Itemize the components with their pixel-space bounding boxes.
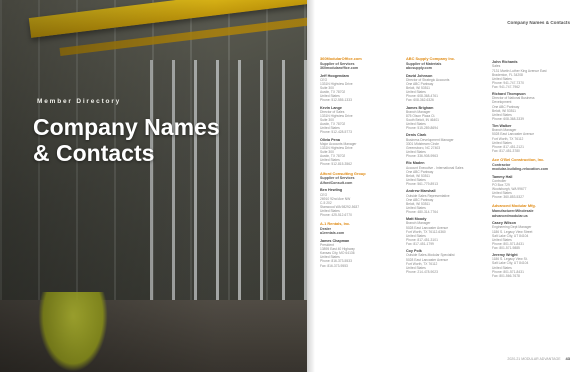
contact-detail: Phone: 512-815-3562 bbox=[320, 162, 352, 167]
contact-detail: Phone: 425-512-6770 bbox=[320, 213, 352, 217]
contact-person: Jeremy Wright 1186 S. Legacy View St. Salt… bbox=[492, 253, 574, 278]
company-detail: a1rentals.com bbox=[320, 231, 345, 236]
company-detail: abcsupply.com bbox=[406, 66, 432, 71]
contact-person: Denis Clark Business Development Manager 3… bbox=[406, 133, 488, 158]
contact-detail: Phone: 512-555-1333 bbox=[320, 98, 352, 103]
contact-detail: Phone: 360-853-5327 bbox=[492, 195, 524, 200]
contact-detail: Phone: 515-289-8694 bbox=[406, 126, 438, 131]
contact-detail: Fax: 816-373-9553 bbox=[320, 263, 348, 268]
title-line-1: Company Names bbox=[33, 114, 220, 140]
company-entry: Ace O'Bel Construction, Inc. Contractor mo… bbox=[492, 157, 574, 200]
contact-detail: Phone: 561-779-8913 bbox=[406, 182, 438, 187]
company-entry: A-1 Rentals, Inc. Dealer a1rentals.com Jame… bbox=[320, 221, 402, 268]
contact-person: John Richards Sales 7131 Martin Luther Kin… bbox=[492, 60, 574, 89]
section-label: Member Directory bbox=[37, 98, 122, 105]
contact-detail: Fax: 941-747-7962 bbox=[492, 84, 520, 89]
contact-person: Ric Maden Account Executive - Internation… bbox=[406, 161, 488, 186]
contact-person: Casey Wilson Engineering Dept Manager 1186… bbox=[492, 221, 574, 250]
contact-detail: Phone: 214-478-9023 bbox=[406, 269, 438, 274]
contact-person: James Chapman President 13895 East 40 High… bbox=[320, 239, 402, 268]
contact-person: Tammy Hall Controller PO Box 729 Woolsburgh… bbox=[492, 175, 574, 200]
company-entry: 360ModularOffice.com Supplier of Services… bbox=[320, 56, 402, 167]
page-footer: 2020-21 MODULAR ADVANTAGE 43 bbox=[507, 356, 570, 361]
contact-person: Kevin Lange Director of Sales 1331N Highvi… bbox=[320, 106, 402, 135]
company-entry: ABC Supply Company Inc. Supplier of Mater… bbox=[406, 56, 488, 274]
contact-detail: Fax: 801-566-7678 bbox=[492, 273, 520, 278]
contact-person: Olivia Pena Major Accounts Manager 1331N H… bbox=[320, 138, 402, 167]
contact-detail: Phone: 480-314-7764 bbox=[406, 209, 438, 214]
contact-detail: Phone: 512-428-5773 bbox=[320, 130, 352, 135]
contact-person: Ben Hewling CEO 26910 92nd Ave NW C-5 202 St… bbox=[320, 188, 402, 217]
contact-person: Andrew Marshall Outside Sales Representat… bbox=[406, 189, 488, 214]
company-entry: Advanced Modular Mfg. Manufacturer/Wholes… bbox=[492, 204, 574, 278]
title-line-2: & Contacts bbox=[33, 140, 155, 166]
contact-detail: Fax: 817-451-3780 bbox=[492, 148, 520, 153]
page-spine-shadow bbox=[307, 0, 315, 372]
company-entry: John Richards Sales 7131 Martin Luther Kin… bbox=[492, 60, 574, 153]
cover-photo: Member Directory Company Names & Contact… bbox=[0, 0, 307, 372]
page-title: Company Names & Contacts bbox=[33, 114, 293, 166]
company-detail: advancedmodular.us bbox=[492, 213, 528, 218]
contact-person: James Brigham Branch Manager 875 Olson Pla… bbox=[406, 106, 488, 131]
directory-column-1: 360ModularOffice.com Supplier of Services… bbox=[320, 56, 402, 273]
footer-issue: 2020-21 MODULAR ADVANTAGE bbox=[507, 356, 561, 361]
company-detail: modular-building-relocation.com bbox=[492, 167, 549, 172]
contact-detail: Fax: 608-362-6326 bbox=[406, 98, 434, 103]
company-detail: 360modularoffice.com bbox=[320, 66, 359, 71]
directory-page: Company Names & Contacts 360ModularOffic… bbox=[307, 0, 581, 372]
contact-detail: Fax: 801-571-9885 bbox=[492, 245, 520, 250]
company-entry: Alford Consulting Group Supplier of Servi… bbox=[320, 171, 402, 218]
contact-person: Coy Polk Outside Sales-Modular Specialist… bbox=[406, 249, 488, 274]
contact-person: Richard Thompson Director of National Bus… bbox=[492, 92, 574, 121]
photo-overlay bbox=[0, 0, 307, 372]
contact-detail: Fax: 817-451-1799 bbox=[406, 241, 434, 246]
contact-detail: Phone: 336-908-9963 bbox=[406, 154, 438, 159]
running-head: Company Names & Contacts bbox=[507, 20, 570, 25]
directory-column-2: ABC Supply Company Inc. Supplier of Mater… bbox=[406, 56, 488, 279]
page-number: 43 bbox=[565, 356, 570, 361]
contact-person: Jeff Hoogendam CEO 1331N Highview Drive Sui… bbox=[320, 74, 402, 103]
directory-column-3: John Richards Sales 7131 Martin Luther Kin… bbox=[492, 57, 574, 283]
contact-person: Tim Walker Branch Manager 5028 East Lancas… bbox=[492, 124, 574, 153]
contact-detail: Phone: 608-368-3339 bbox=[492, 116, 524, 121]
company-detail: AlfordConsult.com bbox=[320, 180, 353, 185]
contact-person: Matt Moody Branch Manager 5028 East Lancas… bbox=[406, 217, 488, 246]
contact-person: David Johnson Director of Strategic Accou… bbox=[406, 74, 488, 103]
